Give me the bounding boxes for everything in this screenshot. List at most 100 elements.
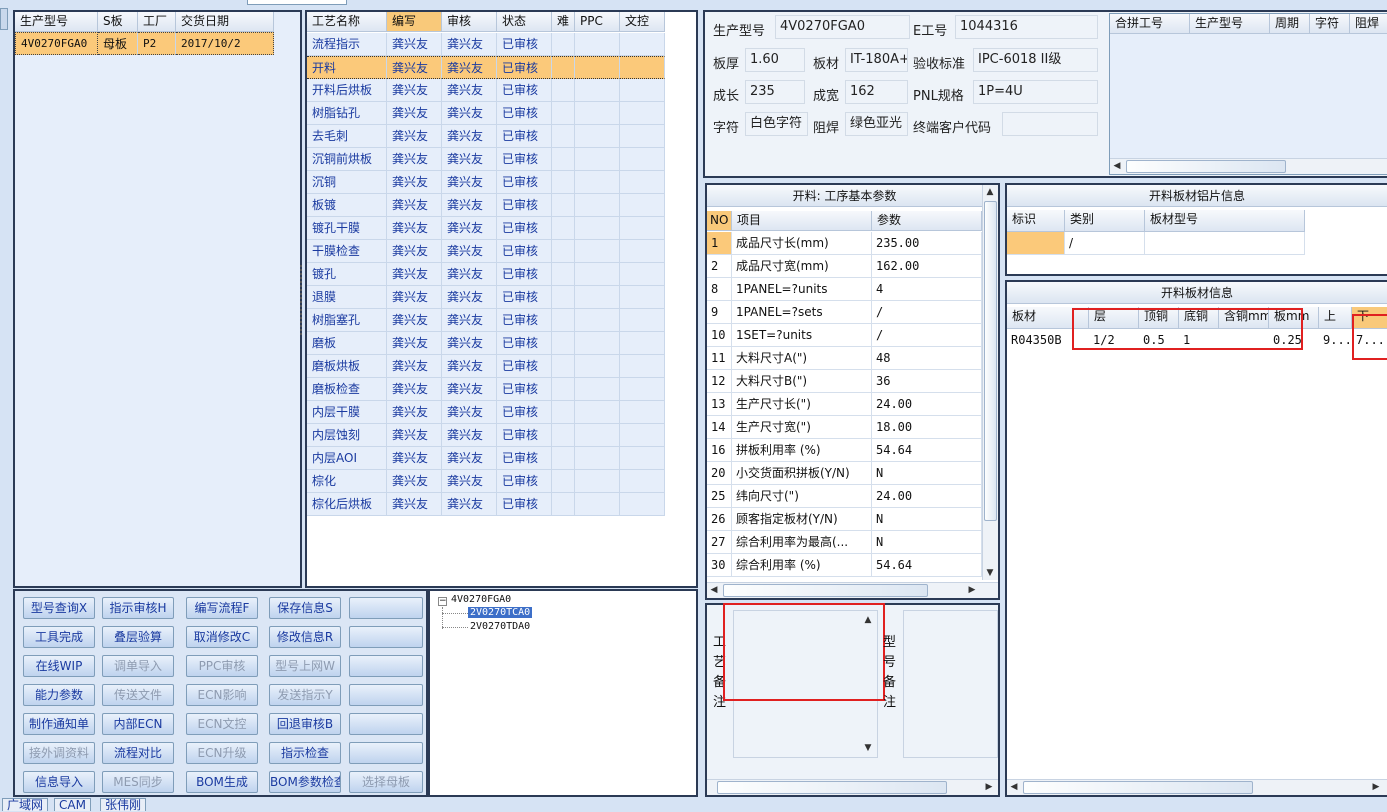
col-header-value[interactable]: 参数 (872, 211, 982, 231)
button-3-3[interactable]: 发送指示Y (269, 684, 341, 706)
cell-no[interactable]: 13 (707, 393, 732, 416)
cell-writer[interactable]: 龚兴友 (387, 240, 442, 263)
cell-no[interactable]: 8 (707, 278, 732, 301)
cell-reviewer[interactable]: 龚兴友 (442, 493, 497, 516)
cell-item[interactable]: 生产尺寸长(") (732, 393, 872, 416)
empty-button[interactable] (349, 684, 423, 706)
cell-doc-control[interactable] (620, 79, 665, 102)
col-header-model[interactable]: 生产型号 (15, 12, 98, 32)
button-3-0[interactable]: 能力参数 (23, 684, 95, 706)
cell-no[interactable]: 16 (707, 439, 732, 462)
cell-writer[interactable]: 龚兴友 (387, 378, 442, 401)
vertical-scrollbar[interactable]: ▲ ▼ (982, 185, 998, 580)
field-mask[interactable]: 绿色亚光 (845, 112, 908, 136)
cell-status[interactable]: 已审核 (497, 125, 552, 148)
cell-item[interactable]: 1SET=?units (732, 324, 872, 347)
horizontal-scrollbar[interactable]: ◀ ▶ (707, 582, 998, 598)
cell-difficulty[interactable] (552, 56, 575, 79)
top-tab-stub[interactable] (247, 0, 347, 5)
scroll-down-icon[interactable]: ▼ (983, 566, 997, 580)
cell-difficulty[interactable] (552, 424, 575, 447)
tab-0[interactable]: 广域网 (2, 798, 49, 812)
cell-status[interactable]: 已审核 (497, 332, 552, 355)
cell-reviewer[interactable]: 龚兴友 (442, 332, 497, 355)
scroll-down-icon[interactable]: ▼ (861, 741, 875, 755)
cell-status[interactable]: 已审核 (497, 378, 552, 401)
horizontal-scrollbar[interactable]: ◀ ▶ (1007, 779, 1387, 795)
empty-button[interactable] (349, 597, 423, 619)
cell-writer[interactable]: 龚兴友 (387, 79, 442, 102)
cell-item[interactable]: 纬向尺寸(") (732, 485, 872, 508)
button-5-0[interactable]: 接外调资料 (23, 742, 95, 764)
cell-value[interactable]: N (872, 531, 982, 554)
col-header-ppc[interactable]: PPC (575, 12, 620, 32)
cell-ppc[interactable] (575, 56, 620, 79)
col-header-char[interactable]: 字符 (1310, 14, 1350, 34)
button-1-3[interactable]: 修改信息R (269, 626, 341, 648)
cell-difficulty[interactable] (552, 102, 575, 125)
cell-writer[interactable]: 龚兴友 (387, 286, 442, 309)
cell-ppc[interactable] (575, 102, 620, 125)
cell-value[interactable]: 235.00 (872, 232, 982, 255)
col-header-combined-job[interactable]: 合拼工号 (1110, 14, 1190, 34)
cell-process-name[interactable]: 镀孔干膜 (307, 217, 387, 240)
cell-value[interactable]: / (872, 324, 982, 347)
button-2-3[interactable]: 型号上网W (269, 655, 341, 677)
cell-item[interactable]: 顾客指定板材(Y/N) (732, 508, 872, 531)
cell-writer[interactable]: 龚兴友 (387, 424, 442, 447)
cell-doc-control[interactable] (620, 171, 665, 194)
cell-item[interactable]: 拼板利用率 (%) (732, 439, 872, 462)
button-1-1[interactable]: 叠层验算 (102, 626, 174, 648)
button-4-0[interactable]: 制作通知单 (23, 713, 95, 735)
cell-doc-control[interactable] (620, 493, 665, 516)
button-2-0[interactable]: 在线WIP (23, 655, 95, 677)
button-5-1[interactable]: 流程对比 (102, 742, 174, 764)
field-pnl[interactable]: 1P=4U (973, 80, 1098, 104)
cell-reviewer[interactable]: 龚兴友 (442, 171, 497, 194)
horizontal-scrollbar[interactable]: ▶ (707, 779, 998, 795)
cell-doc-control[interactable] (620, 332, 665, 355)
cell-ppc[interactable] (575, 470, 620, 493)
field-char[interactable]: 白色字符 (745, 112, 808, 136)
cell-difficulty[interactable] (552, 401, 575, 424)
scroll-thumb[interactable] (984, 201, 997, 521)
field-model[interactable]: 4V0270FGA0 (775, 15, 910, 39)
cell-process-name[interactable]: 板镀 (307, 194, 387, 217)
cell-reviewer[interactable]: 龚兴友 (442, 125, 497, 148)
cell-value[interactable]: 54.64 (872, 439, 982, 462)
cell-model[interactable]: 4V0270FGA0 (15, 32, 98, 55)
cell-no[interactable]: 20 (707, 462, 732, 485)
cell-ppc[interactable] (575, 378, 620, 401)
cell-writer[interactable]: 龚兴友 (387, 470, 442, 493)
cell-item[interactable]: 1PANEL=?units (732, 278, 872, 301)
cell-writer[interactable]: 龚兴友 (387, 355, 442, 378)
col-header-type[interactable]: 类别 (1065, 210, 1145, 232)
cell-writer[interactable]: 龚兴友 (387, 447, 442, 470)
cell-writer[interactable]: 龚兴友 (387, 33, 442, 56)
scroll-thumb[interactable] (723, 584, 928, 597)
cell-writer[interactable]: 龚兴友 (387, 148, 442, 171)
cell-doc-control[interactable] (620, 125, 665, 148)
cell-status[interactable]: 已审核 (497, 102, 552, 125)
scroll-thumb[interactable] (1023, 781, 1253, 794)
cell-difficulty[interactable] (552, 355, 575, 378)
cell-doc-control[interactable] (620, 470, 665, 493)
cell-value[interactable]: 48 (872, 347, 982, 370)
cell-process-name[interactable]: 内层蚀刻 (307, 424, 387, 447)
cell-status[interactable]: 已审核 (497, 33, 552, 56)
scroll-thumb[interactable] (717, 781, 947, 794)
cell-process-name[interactable]: 棕化 (307, 470, 387, 493)
field-customer[interactable] (1002, 112, 1098, 136)
cell-status[interactable]: 已审核 (497, 263, 552, 286)
cell-reviewer[interactable]: 龚兴友 (442, 470, 497, 493)
col-header-difficulty[interactable]: 难 (552, 12, 575, 32)
cell-writer[interactable]: 龚兴友 (387, 493, 442, 516)
col-header-no[interactable]: NO (707, 211, 732, 231)
cell-doc-control[interactable] (620, 102, 665, 125)
cell-process-name[interactable]: 棕化后烘板 (307, 493, 387, 516)
col-header-sheet-model[interactable]: 板材型号 (1145, 210, 1305, 232)
cell-ppc[interactable] (575, 493, 620, 516)
col-header-item[interactable]: 项目 (732, 211, 872, 231)
cell-difficulty[interactable] (552, 332, 575, 355)
cell-sheet-model[interactable] (1145, 232, 1305, 255)
